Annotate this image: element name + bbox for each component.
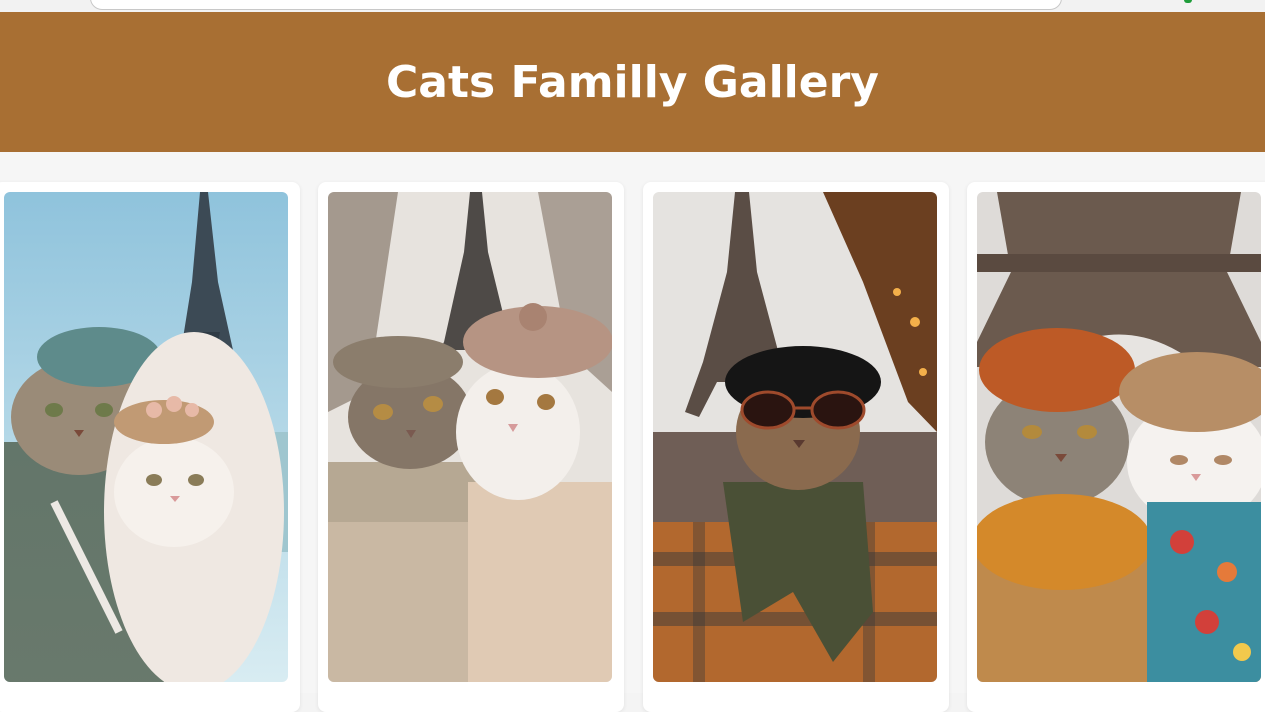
cat-eiffel-photo-3[interactable]: [653, 192, 937, 682]
cats-eiffel-photo-1[interactable]: [4, 192, 288, 682]
gallery-card-4[interactable]: [967, 182, 1265, 712]
page-header: Cats Familly Gallery: [0, 12, 1265, 152]
browser-toolbar-strip: [0, 0, 1265, 12]
page-title: Cats Familly Gallery: [386, 56, 879, 108]
address-bar[interactable]: [90, 0, 1062, 10]
gallery-grid: [0, 152, 1265, 712]
cats-eiffel-photo-2[interactable]: [328, 192, 612, 682]
gallery-card-3[interactable]: [643, 182, 949, 712]
gallery-card-2[interactable]: [318, 182, 624, 712]
gallery-card-1[interactable]: [0, 182, 300, 712]
extension-icon[interactable]: [1184, 0, 1192, 3]
cats-eiffel-photo-4[interactable]: [977, 192, 1261, 682]
